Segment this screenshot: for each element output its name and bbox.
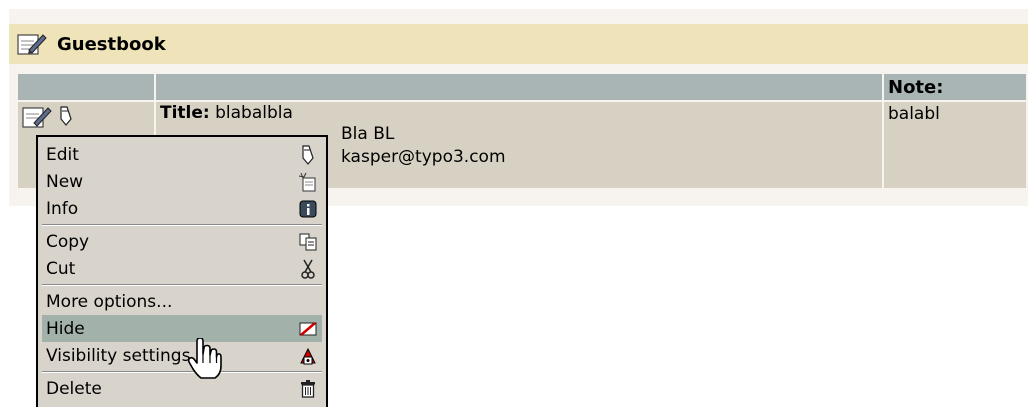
menu-item-hide[interactable]: Hide <box>42 315 322 342</box>
info-icon <box>298 199 318 219</box>
menu-item-edit[interactable]: Edit <box>42 141 322 168</box>
menu-item-more-options[interactable]: More options... <box>42 288 322 315</box>
copy-icon <box>298 232 318 252</box>
menu-item-label: Cut <box>46 258 76 279</box>
menu-item-cut[interactable]: Cut <box>42 255 322 282</box>
menu-item-label: Copy <box>46 231 90 252</box>
menu-separator <box>42 224 322 226</box>
menu-item-label: New <box>46 171 84 192</box>
record-icon[interactable] <box>22 105 52 134</box>
new-record-icon <box>298 172 318 192</box>
column-header-main <box>156 74 882 100</box>
menu-item-label: Edit <box>46 144 79 165</box>
visibility-icon <box>298 346 318 366</box>
title-value: blabalbla <box>215 103 293 123</box>
menu-item-delete[interactable]: Delete <box>42 375 322 402</box>
menu-item-label: More options... <box>46 291 173 312</box>
trash-icon <box>298 379 318 399</box>
guestbook-header: Guestbook <box>9 24 1028 64</box>
menu-separator <box>42 284 322 286</box>
table-header-row: Note: <box>18 74 1026 100</box>
title-label: Title: <box>160 103 210 123</box>
menu-separator <box>42 371 322 373</box>
page-title: Guestbook <box>57 33 166 55</box>
column-header-note: Note: <box>884 74 1026 100</box>
menu-item-visibility-settings[interactable]: Visibility settings <box>42 342 322 369</box>
pencil-icon <box>298 144 318 165</box>
guestbook-icon <box>17 31 51 57</box>
note-cell: balabl <box>884 102 1026 188</box>
edit-pencil-icon[interactable] <box>58 105 74 132</box>
menu-item-label: Delete <box>46 378 102 399</box>
hand-cursor-icon <box>187 337 222 385</box>
email-value: kasper@typo3.com <box>341 147 506 167</box>
menu-item-info[interactable]: Info <box>42 195 322 222</box>
context-menu: Edit New Info Copy Cut More options... H… <box>36 135 328 407</box>
hide-icon <box>298 319 318 339</box>
menu-item-label: Hide <box>46 318 85 339</box>
column-header-icons <box>18 74 154 100</box>
menu-item-new[interactable]: New <box>42 168 322 195</box>
scissors-icon <box>298 259 318 279</box>
menu-item-label: Info <box>46 198 79 219</box>
name-value: Bla BL <box>341 124 395 144</box>
menu-item-copy[interactable]: Copy <box>42 228 322 255</box>
menu-item-label: Visibility settings <box>46 345 191 366</box>
